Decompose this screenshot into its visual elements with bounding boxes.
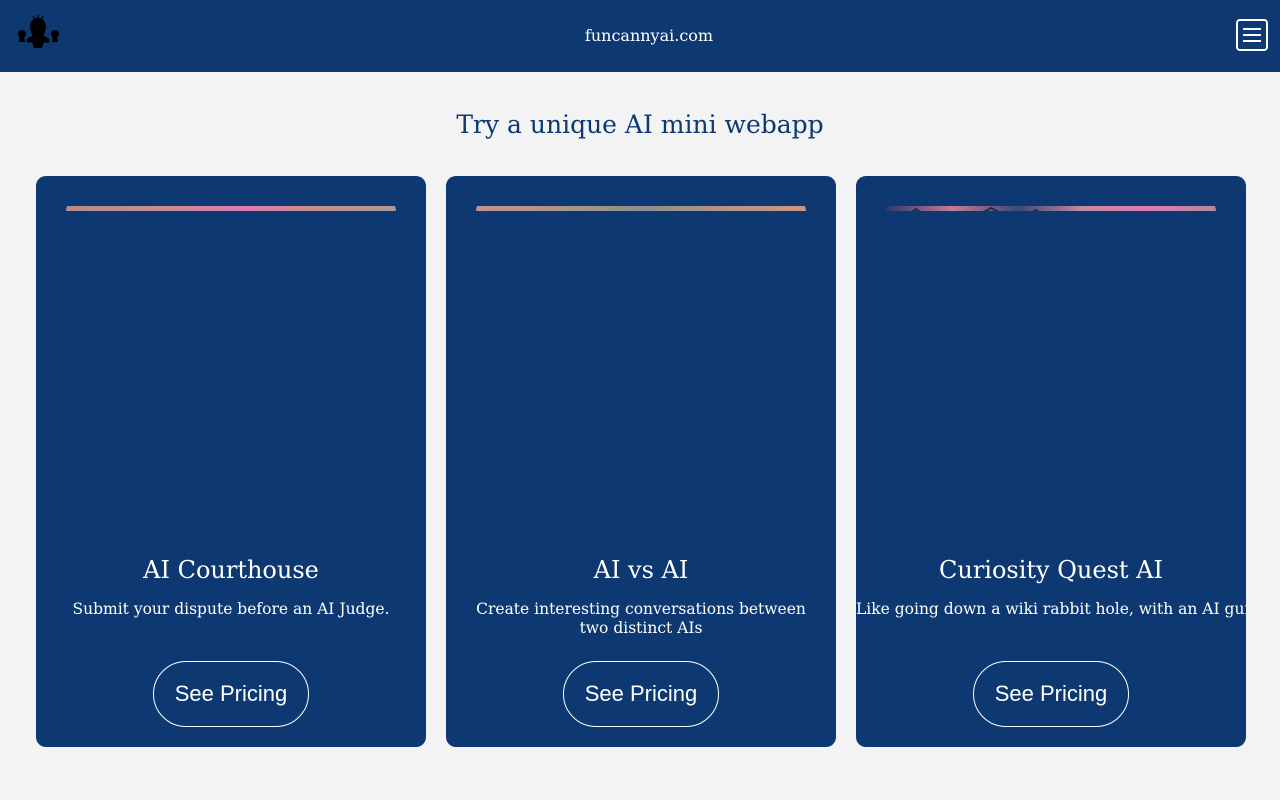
app-card-ai-vs-ai: AI vs AI Create interesting conversation… (446, 176, 836, 747)
card-image[interactable] (886, 201, 1216, 211)
card-image[interactable] (66, 201, 396, 211)
see-pricing-button[interactable]: See Pricing (153, 661, 309, 727)
menu-bar-bottom (1243, 40, 1261, 42)
menu-bar-middle (1243, 34, 1261, 36)
card-title: Curiosity Quest AI (939, 556, 1163, 584)
card-description: Create interesting conversations between… (476, 600, 806, 637)
app-card-ai-courthouse: AI Courthouse Submit your dispute before… (36, 176, 426, 747)
menu-bar-top (1243, 28, 1261, 30)
app-card-curiosity-quest-ai: Curiosity Quest AI Like going down a wik… (856, 176, 1246, 747)
card-description: Like going down a wiki rabbit hole, with… (856, 600, 1246, 618)
see-pricing-button[interactable]: See Pricing (563, 661, 719, 727)
card-title: AI vs AI (593, 556, 689, 584)
page-heading: Try a unique AI mini webapp (456, 110, 824, 139)
card-description: Submit your dispute before an AI Judge. (72, 600, 390, 618)
hamburger-menu-button[interactable] (1236, 19, 1268, 51)
card-image[interactable] (476, 201, 806, 211)
site-name[interactable]: funcannyai.com (0, 0, 1280, 72)
card-title: AI Courthouse (143, 556, 319, 584)
top-navbar: funcannyai.com (0, 0, 1280, 72)
see-pricing-button[interactable]: See Pricing (973, 661, 1129, 727)
